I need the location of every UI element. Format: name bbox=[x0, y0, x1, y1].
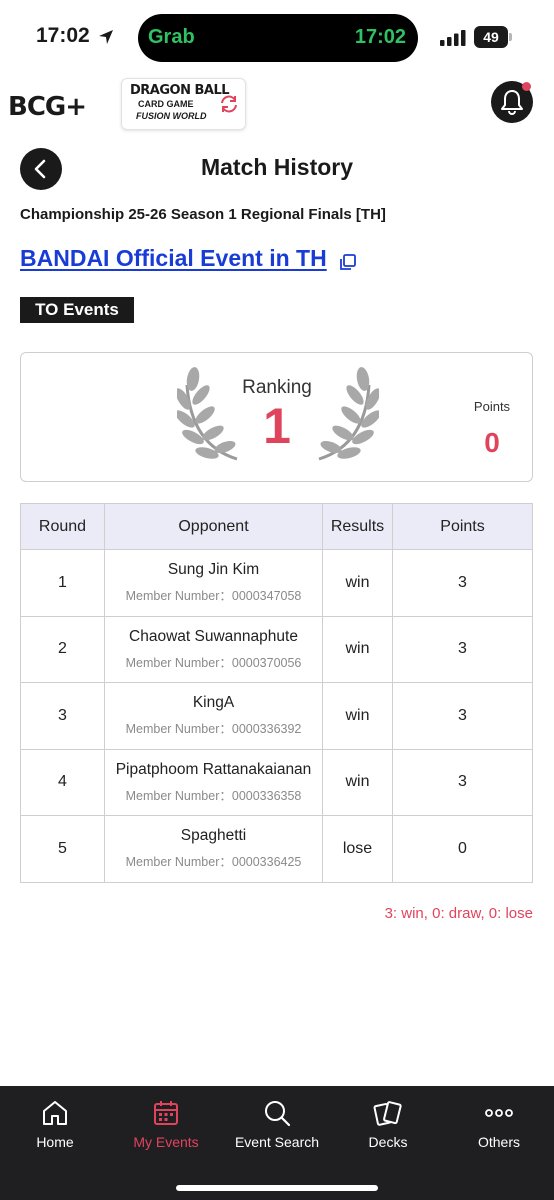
points-cell: 3 bbox=[392, 748, 533, 816]
table-row: 3 KingA Member Number：0000336392 win 3 bbox=[20, 682, 533, 750]
header-opponent: Opponent bbox=[104, 503, 323, 550]
nav-home-label: Home bbox=[36, 1134, 74, 1150]
island-time: 17:02 bbox=[354, 26, 406, 48]
opponent-name: Spaghetti bbox=[180, 827, 247, 845]
more-icon bbox=[485, 1109, 513, 1117]
nav-home[interactable]: Home bbox=[0, 1086, 110, 1166]
page-title: Match History bbox=[200, 154, 354, 180]
member-number: Member Number：0000336425 bbox=[125, 855, 302, 870]
battery-icon: 49 bbox=[474, 26, 508, 48]
notification-dot bbox=[522, 82, 531, 91]
opponent-cell: KingA Member Number：0000336392 bbox=[104, 682, 323, 750]
bell-icon bbox=[501, 90, 523, 115]
points-cell: 3 bbox=[392, 549, 533, 617]
table-row: 1 Sung Jin Kim Member Number：0000347058 … bbox=[20, 549, 533, 617]
game-selector[interactable]: DRAGON BALL CARD GAME FUSION WORLD bbox=[121, 78, 246, 130]
app-header: BCG+ DRAGON BALL CARD GAME FUSION WORLD bbox=[0, 76, 554, 132]
game-logo-line2: CARD GAME bbox=[138, 99, 194, 109]
opponent-name: Pipatphoom Rattanakaianan bbox=[115, 760, 312, 778]
brand-logo[interactable]: BCG+ bbox=[8, 92, 87, 122]
opponent-name: Chaowat Suwannaphute bbox=[129, 627, 298, 645]
member-number: Member Number：0000347058 bbox=[125, 589, 302, 604]
game-logo-line3: FUSION WORLD bbox=[136, 111, 207, 121]
home-indicator[interactable] bbox=[176, 1185, 378, 1191]
points-cell: 0 bbox=[392, 815, 533, 883]
opponent-cell: Chaowat Suwannaphute Member Number：00003… bbox=[104, 615, 323, 683]
nav-others-label: Others bbox=[477, 1134, 520, 1150]
match-history-table: Round Opponent Results Points 1 Sung Jin… bbox=[20, 503, 533, 883]
search-icon bbox=[265, 1101, 291, 1127]
location-arrow-icon bbox=[99, 30, 113, 44]
ranking-value: 1 bbox=[263, 398, 291, 454]
dynamic-island: Grab 17:02 bbox=[138, 14, 418, 62]
nav-my-events[interactable]: My Events bbox=[111, 1086, 221, 1166]
points-label: Points bbox=[473, 399, 511, 414]
grab-logo: Grab bbox=[148, 26, 195, 48]
table-header-row: Round Opponent Results Points bbox=[20, 503, 533, 550]
member-number: Member Number：0000336392 bbox=[125, 722, 302, 737]
game-logo-line1: DRAGON BALL bbox=[130, 83, 230, 98]
opponent-cell: Spaghetti Member Number：0000336425 bbox=[104, 815, 323, 883]
points-cell: 3 bbox=[392, 682, 533, 750]
nav-event-search[interactable]: Event Search bbox=[222, 1086, 332, 1166]
result-cell: win bbox=[322, 615, 393, 683]
round-cell: 1 bbox=[20, 549, 105, 617]
external-link-icon[interactable] bbox=[338, 252, 358, 272]
status-bar: 17:02 Grab 17:02 49 bbox=[0, 0, 554, 72]
nav-decks-label: Decks bbox=[368, 1134, 408, 1150]
nav-decks[interactable]: Decks bbox=[333, 1086, 443, 1166]
result-cell: win bbox=[322, 549, 393, 617]
nav-event-search-label: Event Search bbox=[234, 1134, 320, 1150]
result-cell: lose bbox=[322, 815, 393, 883]
result-cell: win bbox=[322, 682, 393, 750]
header-results: Results bbox=[322, 503, 393, 550]
opponent-cell: Pipatphoom Rattanakaianan Member Number：… bbox=[104, 748, 323, 816]
status-time: 17:02 bbox=[36, 24, 90, 47]
round-cell: 5 bbox=[20, 815, 105, 883]
round-cell: 2 bbox=[20, 615, 105, 683]
result-cell: win bbox=[322, 748, 393, 816]
event-type-badge: TO Events bbox=[20, 297, 134, 323]
points-cell: 3 bbox=[392, 615, 533, 683]
ranking-label: Ranking bbox=[242, 377, 312, 398]
round-cell: 3 bbox=[20, 682, 105, 750]
battery-nub bbox=[509, 33, 512, 41]
event-name: Championship 25-26 Season 1 Regional Fin… bbox=[20, 206, 386, 223]
points-value: 0 bbox=[484, 427, 500, 458]
nav-others[interactable]: Others bbox=[444, 1086, 554, 1166]
header-round: Round bbox=[20, 503, 105, 550]
opponent-name: KingA bbox=[192, 694, 235, 712]
table-row: 2 Chaowat Suwannaphute Member Number：000… bbox=[20, 615, 533, 683]
table-row: 4 Pipatphoom Rattanakaianan Member Numbe… bbox=[20, 748, 533, 816]
organizer-link[interactable]: BANDAI Official Event in TH bbox=[20, 245, 327, 272]
table-row: 5 Spaghetti Member Number：0000336425 los… bbox=[20, 815, 533, 883]
bottom-nav: Home My Events Event Search Decks Others bbox=[0, 1086, 554, 1200]
ranking-card: Ranking 1 Points 0 bbox=[20, 352, 533, 482]
points-legend: 3: win, 0: draw, 0: lose bbox=[384, 905, 533, 922]
nav-my-events-label: My Events bbox=[133, 1134, 199, 1150]
round-cell: 4 bbox=[20, 748, 105, 816]
opponent-cell: Sung Jin Kim Member Number：0000347058 bbox=[104, 549, 323, 617]
header-points: Points bbox=[392, 503, 533, 550]
member-number: Member Number：0000370056 bbox=[125, 655, 302, 670]
home-icon bbox=[43, 1101, 67, 1125]
opponent-name: Sung Jin Kim bbox=[167, 561, 260, 579]
member-number: Member Number：0000336358 bbox=[125, 788, 302, 803]
cards-icon bbox=[373, 1101, 402, 1126]
calendar-icon bbox=[154, 1101, 178, 1125]
swap-icon bbox=[221, 95, 237, 113]
cellular-signal-icon bbox=[440, 30, 466, 46]
